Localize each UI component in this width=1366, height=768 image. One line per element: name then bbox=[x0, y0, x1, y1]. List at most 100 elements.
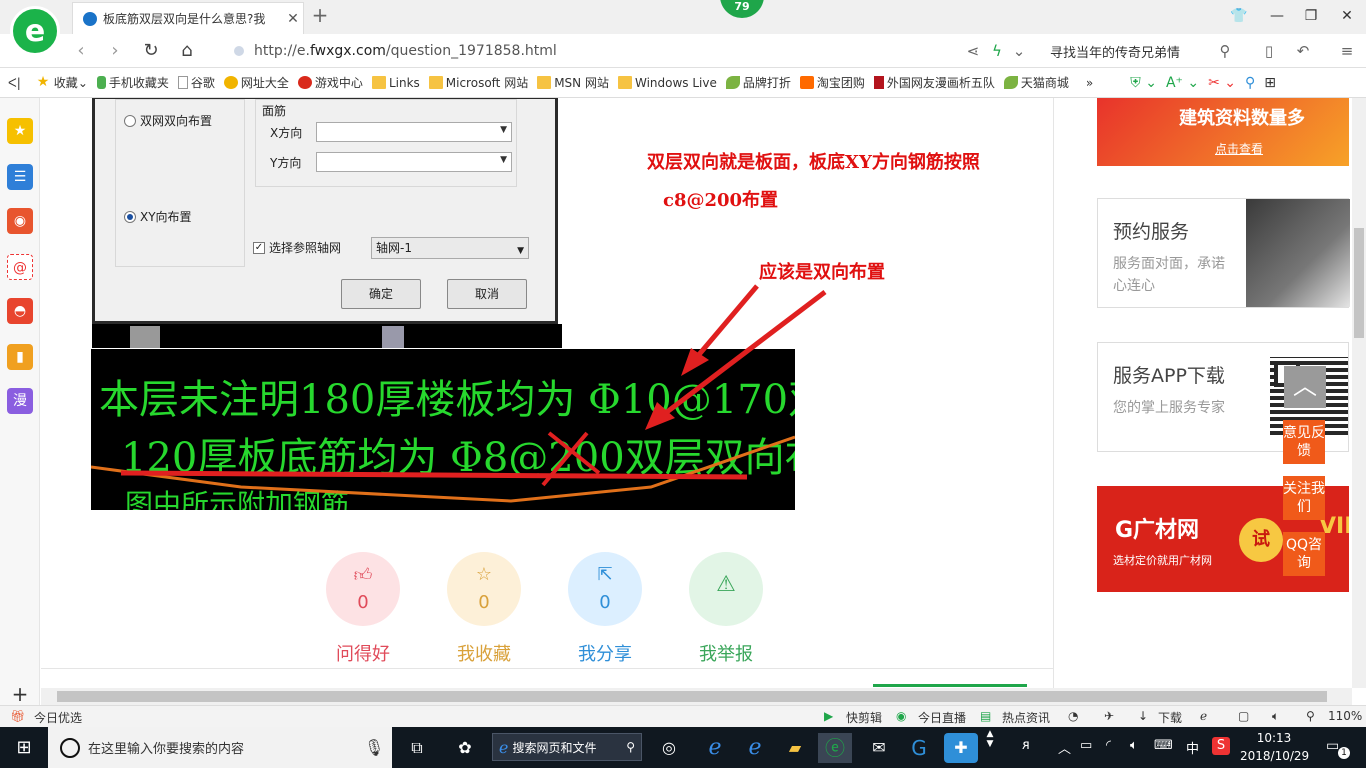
address-bar[interactable]: http://e.fwxgx.com/question_1971858.html bbox=[234, 39, 1034, 63]
comic-icon[interactable]: 漫 bbox=[7, 388, 33, 414]
window-icon[interactable]: ▢ bbox=[1238, 709, 1249, 723]
system-clock[interactable]: 10:13 2018/10/29 bbox=[1240, 729, 1309, 765]
speed-icon[interactable]: ◔ bbox=[1068, 709, 1078, 723]
menu-icon[interactable]: ≡ bbox=[1336, 41, 1358, 63]
horizontal-scrollbar[interactable] bbox=[41, 688, 1352, 705]
home-icon[interactable]: ⌂ bbox=[174, 39, 200, 63]
scroll-thumb[interactable] bbox=[1354, 228, 1364, 338]
tab-active[interactable]: 板底筋双层双向是什么意思?我 ✕ bbox=[72, 2, 304, 34]
report-circle[interactable]: ⚠ bbox=[689, 552, 763, 626]
mail-icon[interactable]: ✉ bbox=[862, 733, 896, 763]
back-to-top-button[interactable]: ︿ bbox=[1284, 366, 1326, 408]
file-explorer-icon[interactable]: ▰ bbox=[778, 733, 812, 763]
start-windows-icon[interactable]: ⊞ bbox=[0, 727, 48, 768]
favorite-label[interactable]: 我收藏 bbox=[444, 640, 524, 666]
status-item[interactable]: 热点资讯 bbox=[1002, 709, 1050, 726]
search-toolbar-icon[interactable]: ⚲ bbox=[1245, 75, 1255, 91]
weibo-icon[interactable]: ◉ bbox=[7, 208, 33, 234]
close-tab-icon[interactable]: ✕ bbox=[283, 11, 303, 27]
chrome-like-icon[interactable]: ◎ bbox=[652, 733, 686, 763]
add-sidebar-button[interactable]: + bbox=[0, 682, 40, 706]
refresh-icon[interactable]: ↻ bbox=[138, 39, 164, 63]
vertical-scrollbar[interactable] bbox=[1352, 98, 1366, 688]
bookmark-item[interactable]: 品牌打折 bbox=[725, 74, 791, 91]
translate-icon[interactable]: A⁺ ⌄ bbox=[1166, 75, 1199, 91]
report-action[interactable]: ⚠ 我举报 bbox=[686, 552, 766, 666]
bookmark-item[interactable]: 天猫商城 bbox=[1003, 74, 1069, 91]
share-icon[interactable]: ⋖ bbox=[962, 41, 984, 63]
more-bookmarks-icon[interactable]: » bbox=[1086, 76, 1093, 90]
like-action[interactable]: 👍︎ 0 问得好 bbox=[323, 552, 403, 666]
favorites-icon[interactable]: ★ bbox=[7, 118, 33, 144]
status-item[interactable]: 快剪辑 bbox=[846, 709, 882, 726]
news-icon[interactable]: ☰ bbox=[7, 164, 33, 190]
bookmark-item[interactable]: Windows Live bbox=[617, 76, 717, 90]
share-action[interactable]: ⇱ 0 我分享 bbox=[565, 552, 645, 666]
team-app-icon[interactable]: ✚ bbox=[944, 733, 978, 763]
zoom-level[interactable]: 110% bbox=[1328, 709, 1362, 723]
browser-search-box[interactable]: ℯ 搜索网页和文件 ⚲ bbox=[492, 733, 642, 761]
glodon-icon[interactable]: G bbox=[902, 733, 936, 763]
taskbar-search-box[interactable]: 在这里输入你要搜索的内容 🎙︎ bbox=[48, 727, 392, 768]
ad-banner-materials[interactable]: 建筑资料数量多 点击查看 bbox=[1097, 98, 1349, 166]
scroll-thumb[interactable] bbox=[57, 691, 1327, 702]
maximize-button[interactable]: ❐ bbox=[1296, 4, 1326, 28]
daily-picks-link[interactable]: 今日优选 bbox=[34, 709, 82, 726]
report-label[interactable]: 我举报 bbox=[686, 640, 766, 666]
close-window-button[interactable]: ✕ bbox=[1332, 4, 1362, 28]
bookmark-item[interactable]: 淘宝团购 bbox=[799, 74, 865, 91]
share-circle[interactable]: ⇱ 0 bbox=[568, 552, 642, 626]
ie-icon[interactable]: ℯ bbox=[738, 733, 772, 763]
pinwheel-app-icon[interactable]: ✿ bbox=[448, 733, 482, 763]
favorite-action[interactable]: ☆ 0 我收藏 bbox=[444, 552, 524, 666]
browser-logo-icon[interactable]: e bbox=[10, 6, 60, 56]
skin-icon[interactable]: 👕 bbox=[1224, 4, 1254, 28]
appointment-card[interactable]: 预约服务 服务面对面，承诺心连心 bbox=[1097, 198, 1350, 308]
task-view-icon[interactable]: ⧉ bbox=[400, 733, 434, 763]
status-item[interactable]: 下载 bbox=[1158, 709, 1182, 726]
bookmarks-collapse-icon[interactable]: ᐸ| bbox=[8, 76, 21, 90]
url-text[interactable]: http://e.fwxgx.com/question_1971858.html bbox=[254, 43, 557, 59]
site-info-icon[interactable] bbox=[234, 46, 244, 56]
qq-consult-button[interactable]: QQ咨询 bbox=[1283, 532, 1325, 576]
tray-expand-icon[interactable]: ︿ bbox=[1058, 738, 1071, 757]
pin-icon[interactable]: ✈ bbox=[1104, 709, 1114, 723]
status-item[interactable]: 今日直播 bbox=[918, 709, 966, 726]
forward-icon[interactable]: › bbox=[102, 39, 128, 63]
bookmark-item[interactable]: 游戏中心 bbox=[297, 74, 363, 91]
ie-icon[interactable]: ℯ bbox=[1200, 709, 1207, 723]
network-icon[interactable]: ◜ bbox=[1106, 738, 1111, 753]
volume-icon[interactable]: 🔈︎ bbox=[1272, 709, 1279, 724]
volume-icon[interactable]: 🔈︎ bbox=[1130, 738, 1138, 753]
edge-icon[interactable]: ℯ bbox=[698, 733, 732, 763]
notification-badge[interactable]: 79 bbox=[720, 0, 764, 18]
undo-icon[interactable]: ↶ bbox=[1292, 41, 1314, 63]
feedback-button[interactable]: 意见反馈 bbox=[1283, 420, 1325, 464]
search-icon[interactable]: ⚲ bbox=[1214, 41, 1236, 63]
scissors-icon[interactable]: ✂ ⌄ bbox=[1208, 75, 1236, 91]
bookmark-item[interactable]: MSN 网站 bbox=[537, 74, 609, 91]
share-label[interactable]: 我分享 bbox=[565, 640, 645, 666]
game-icon[interactable]: ◓ bbox=[7, 298, 33, 324]
bookmark-item[interactable]: 谷歌 bbox=[177, 74, 215, 91]
360-browser-icon[interactable]: ⓔ bbox=[818, 733, 852, 763]
bookmark-item[interactable]: 外国网友漫画析五队 bbox=[873, 74, 995, 91]
people-icon[interactable]: ᴙ bbox=[1022, 738, 1030, 753]
microphone-icon[interactable]: 🎙︎ bbox=[364, 738, 384, 757]
like-circle[interactable]: 👍︎ 0 bbox=[326, 552, 400, 626]
keyboard-icon[interactable]: ⌨ bbox=[1154, 738, 1173, 753]
bookmark-item[interactable]: 手机收藏夹 bbox=[96, 74, 169, 91]
zoom-icon[interactable]: ⚲ bbox=[1306, 709, 1315, 723]
sogou-icon[interactable]: S bbox=[1212, 737, 1230, 755]
follow-us-button[interactable]: 关注我们 bbox=[1283, 476, 1325, 520]
ime-indicator[interactable]: 中 bbox=[1186, 738, 1199, 757]
mail-icon[interactable]: @ bbox=[7, 254, 33, 280]
bookmark-item[interactable]: ★ 收藏 ⌄ bbox=[37, 74, 88, 91]
notes-icon[interactable]: ▮ bbox=[7, 344, 33, 370]
new-tab-button[interactable]: + bbox=[308, 4, 332, 28]
lightning-icon[interactable]: ϟ bbox=[986, 41, 1008, 63]
battery-icon[interactable]: ▭ bbox=[1080, 738, 1092, 753]
minimize-button[interactable]: — bbox=[1262, 4, 1292, 28]
taskbar-scroll-icon[interactable]: ▲ ▼ bbox=[984, 729, 996, 759]
ad-link[interactable]: 点击查看 bbox=[1215, 140, 1263, 157]
